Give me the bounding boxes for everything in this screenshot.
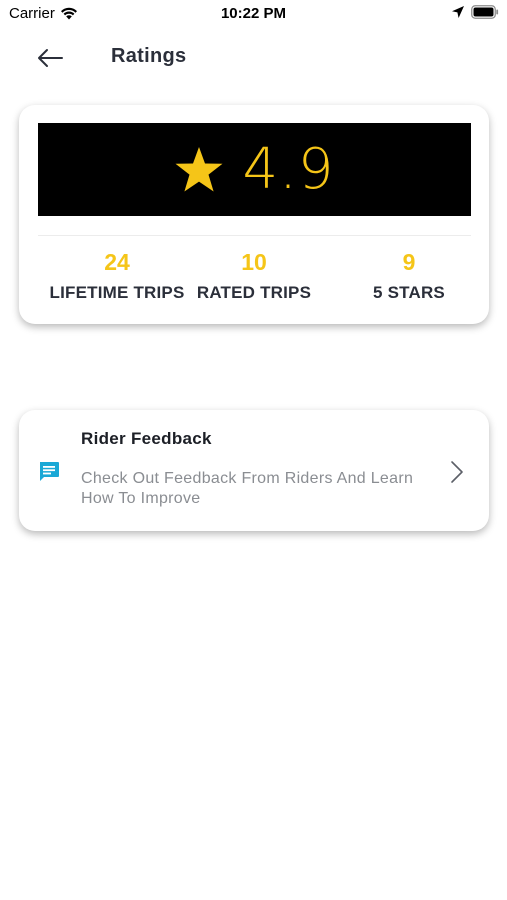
stats-row: 24 LIFETIME TRIPS 10 RATED TRIPS 9 5 STA… [19,248,489,308]
location-arrow-icon [452,6,464,18]
feedback-title: Rider Feedback [81,429,212,448]
chevron-right-icon [451,461,463,483]
status-right [451,5,499,19]
divider [38,235,471,236]
rating-value: 4.9 [242,137,335,202]
rider-feedback-card[interactable]: Rider Feedback Check Out Feedback From R… [19,410,489,531]
stat-lifetime-trips: 24 LIFETIME TRIPS [38,248,196,304]
nav-bar: Ratings [0,36,507,80]
star-icon [175,146,223,191]
stat-label: LIFETIME TRIPS [49,283,185,302]
chat-icon [40,462,59,481]
ratings-card: 4.9 24 LIFETIME TRIPS 10 RATED TRIPS 9 5… [19,105,489,324]
ratings-screen: Carrier 10:22 PM Ratings 4.9 24 LIFETIME… [0,0,507,900]
page-title: Ratings [111,45,187,67]
stat-rated-trips: 10 RATED TRIPS [194,248,314,304]
arrow-left-icon [38,49,63,67]
stat-five-stars: 9 5 STARS [358,248,460,304]
stat-value: 10 [241,249,267,275]
stat-value: 9 [402,249,416,275]
back-button[interactable] [30,42,70,74]
stat-label: 5 STARS [373,283,445,302]
battery-icon [471,5,499,19]
stat-label: RATED TRIPS [196,283,312,302]
stat-value: 24 [104,249,130,275]
feedback-description: Check Out Feedback From Riders And Learn… [81,470,414,507]
status-time: 10:22 PM [220,5,287,22]
rating-banner: 4.9 [38,123,471,216]
status-bar: Carrier 10:22 PM [0,0,507,30]
